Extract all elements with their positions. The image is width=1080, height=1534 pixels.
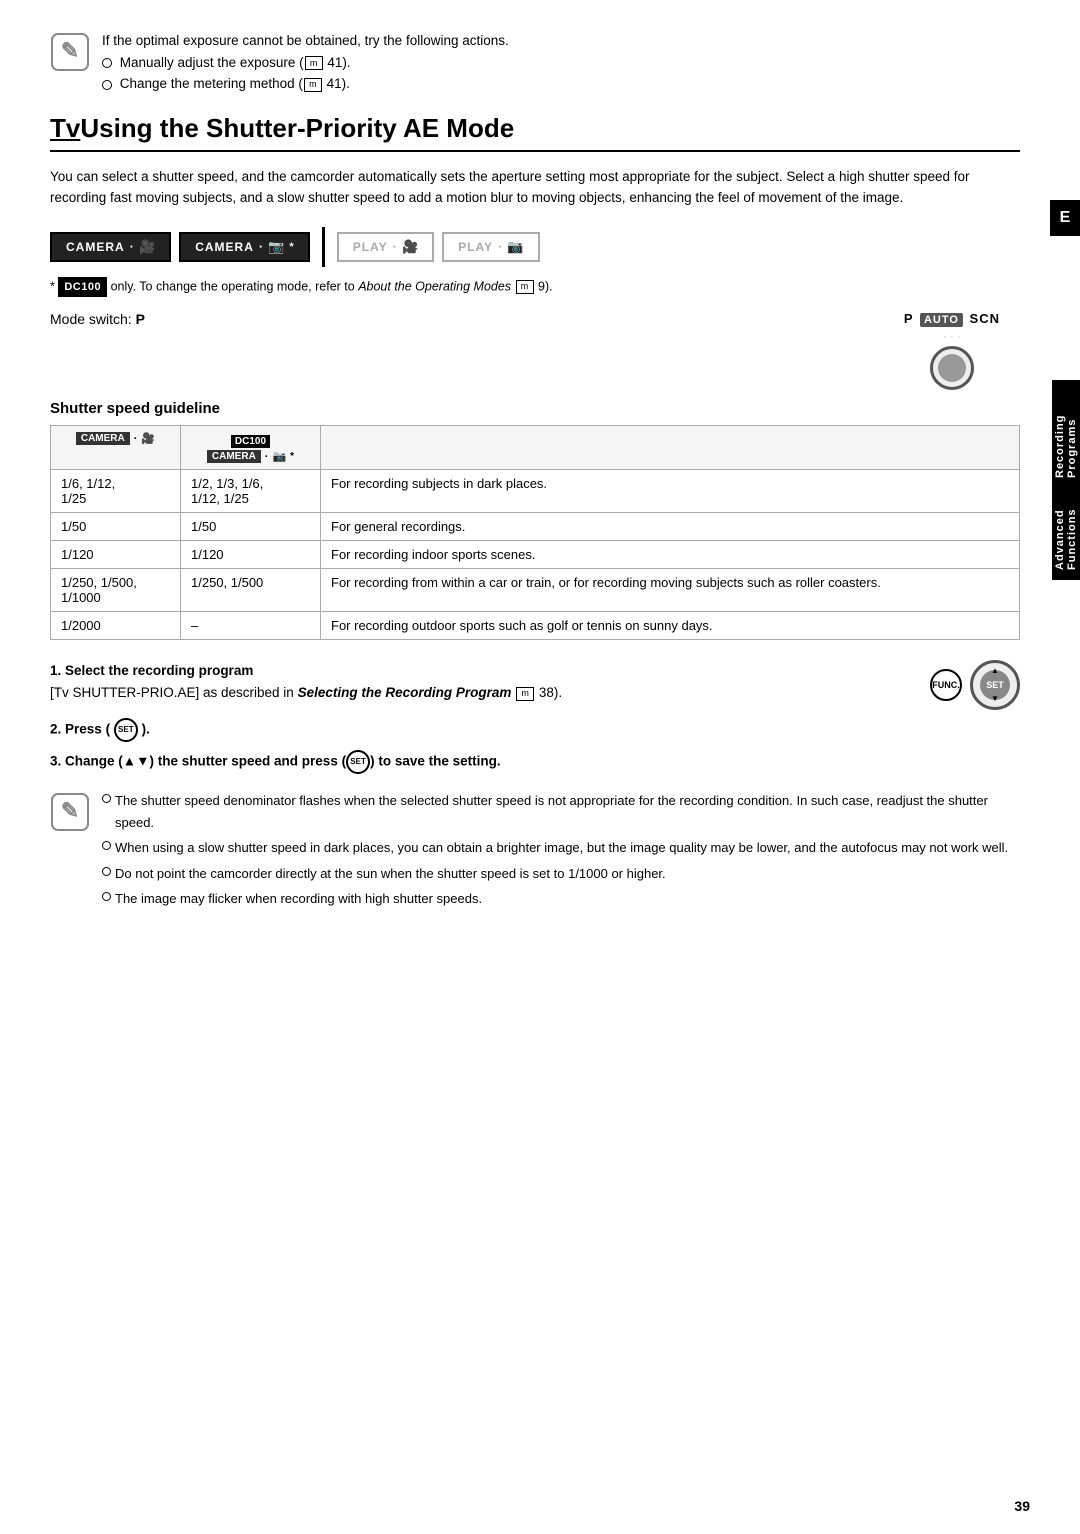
table-cell-col1: 1/50: [51, 513, 181, 541]
top-note-box: ✎ If the optimal exposure cannot be obta…: [50, 30, 1020, 95]
table-row: 1/501/50For general recordings.: [51, 513, 1020, 541]
table-cell-col1: 1/250, 1/500, 1/1000: [51, 569, 181, 612]
play-video-btn: PLAY · 🎥: [337, 232, 434, 262]
steps-section: 1. Select the recording program [Tv SHUT…: [50, 660, 1020, 774]
set-dial-1: ▲ SET ▼: [970, 660, 1020, 710]
step-2: 2. Press ( SET ).: [50, 718, 1020, 742]
step-3: 3. Change (▲▼) the shutter speed and pre…: [50, 750, 1020, 774]
camera-photo-btn[interactable]: CAMERA · 📷 *: [179, 232, 309, 262]
table-row: 1/2000–For recording outdoor sports such…: [51, 612, 1020, 640]
svg-text:✎: ✎: [61, 38, 79, 63]
bottom-note-box: ✎ The shutter speed denominator flashes …: [50, 790, 1020, 913]
play-photo-btn: PLAY · 📷: [442, 232, 539, 262]
svg-text:✎: ✎: [61, 798, 79, 823]
mode-buttons-row: CAMERA · 🎥 CAMERA · 📷 * PLAY · 🎥 PLAY · …: [50, 227, 1020, 267]
mode-switch-label: Mode switch: P: [50, 311, 145, 327]
shutter-table: CAMERA · 🎥 DC100 CAMERA · 📷 * 1/6, 1/12,…: [50, 425, 1020, 640]
table-row: 1/250, 1/500, 1/10001/250, 1/500For reco…: [51, 569, 1020, 612]
right-sidebar-tab: Advanced Functions Recording Programs: [1052, 380, 1080, 580]
bullet-item: The shutter speed denominator flashes wh…: [102, 790, 1020, 833]
step-1: 1. Select the recording program [Tv SHUT…: [50, 660, 1020, 710]
bottom-note-text: The shutter speed denominator flashes wh…: [102, 790, 1020, 913]
step1-icons: FUNC. ▲ SET ▼: [930, 660, 1020, 710]
table-cell-col3: For recording indoor sports scenes.: [321, 541, 1020, 569]
table-row: 1/6, 1/12, 1/251/2, 1/3, 1/6, 1/12, 1/25…: [51, 470, 1020, 513]
table-col2-header: DC100 CAMERA · 📷 *: [181, 426, 321, 470]
video-icon: 🎥: [139, 239, 155, 255]
table-cell-col2: –: [181, 612, 321, 640]
table-cell-col2: 1/2, 1/3, 1/6, 1/12, 1/25: [181, 470, 321, 513]
table-cell-col2: 1/120: [181, 541, 321, 569]
play-photo-icon: 📷: [507, 239, 523, 255]
table-cell-col1: 1/2000: [51, 612, 181, 640]
bullet-item: Do not point the camcorder directly at t…: [102, 863, 1020, 884]
set-button-inline2: SET: [346, 750, 370, 774]
page-title: TvUsing the Shutter-Priority AE Mode: [50, 113, 1020, 152]
table-row: 1/1201/120For recording indoor sports sc…: [51, 541, 1020, 569]
shutter-section-heading: Shutter speed guideline: [50, 400, 1020, 417]
intro-text: You can select a shutter speed, and the …: [50, 166, 1020, 209]
table-cell-col2: 1/50: [181, 513, 321, 541]
table-col3-header: [321, 426, 1020, 470]
photo-icon: 📷: [268, 239, 284, 255]
note-icon: ✎: [50, 32, 90, 72]
play-video-icon: 🎥: [402, 239, 418, 255]
footnote: * DC100 only. To change the operating mo…: [50, 277, 1020, 298]
bullet-item: When using a slow shutter speed in dark …: [102, 837, 1020, 858]
e-tab: E: [1050, 200, 1080, 236]
table-cell-col1: 1/120: [51, 541, 181, 569]
table-cell-col2: 1/250, 1/500: [181, 569, 321, 612]
bullet-item: The image may flicker when recording wit…: [102, 888, 1020, 909]
camera-video-btn[interactable]: CAMERA · 🎥: [50, 232, 171, 262]
table-cell-col3: For general recordings.: [321, 513, 1020, 541]
table-cell-col1: 1/6, 1/12, 1/25: [51, 470, 181, 513]
mode-switch-diagram: P AUTO SCN · · ·: [904, 311, 1000, 390]
top-note-text: If the optimal exposure cannot be obtain…: [102, 30, 509, 95]
p-auto-scn-label: P AUTO SCN: [904, 311, 1000, 327]
mode-separator: [322, 227, 325, 267]
table-col1-header: CAMERA · 🎥: [51, 426, 181, 470]
mode-dial: [930, 346, 974, 390]
set-button-inline: SET: [114, 718, 138, 742]
bottom-note-icon: ✎: [50, 792, 90, 832]
table-cell-col3: For recording outdoor sports such as gol…: [321, 612, 1020, 640]
table-cell-col3: For recording subjects in dark places.: [321, 470, 1020, 513]
table-cell-col3: For recording from within a car or train…: [321, 569, 1020, 612]
mode-switch-row: Mode switch: P P AUTO SCN · · ·: [50, 311, 1020, 390]
page-number: 39: [1014, 1498, 1030, 1514]
func-button: FUNC.: [930, 669, 962, 701]
